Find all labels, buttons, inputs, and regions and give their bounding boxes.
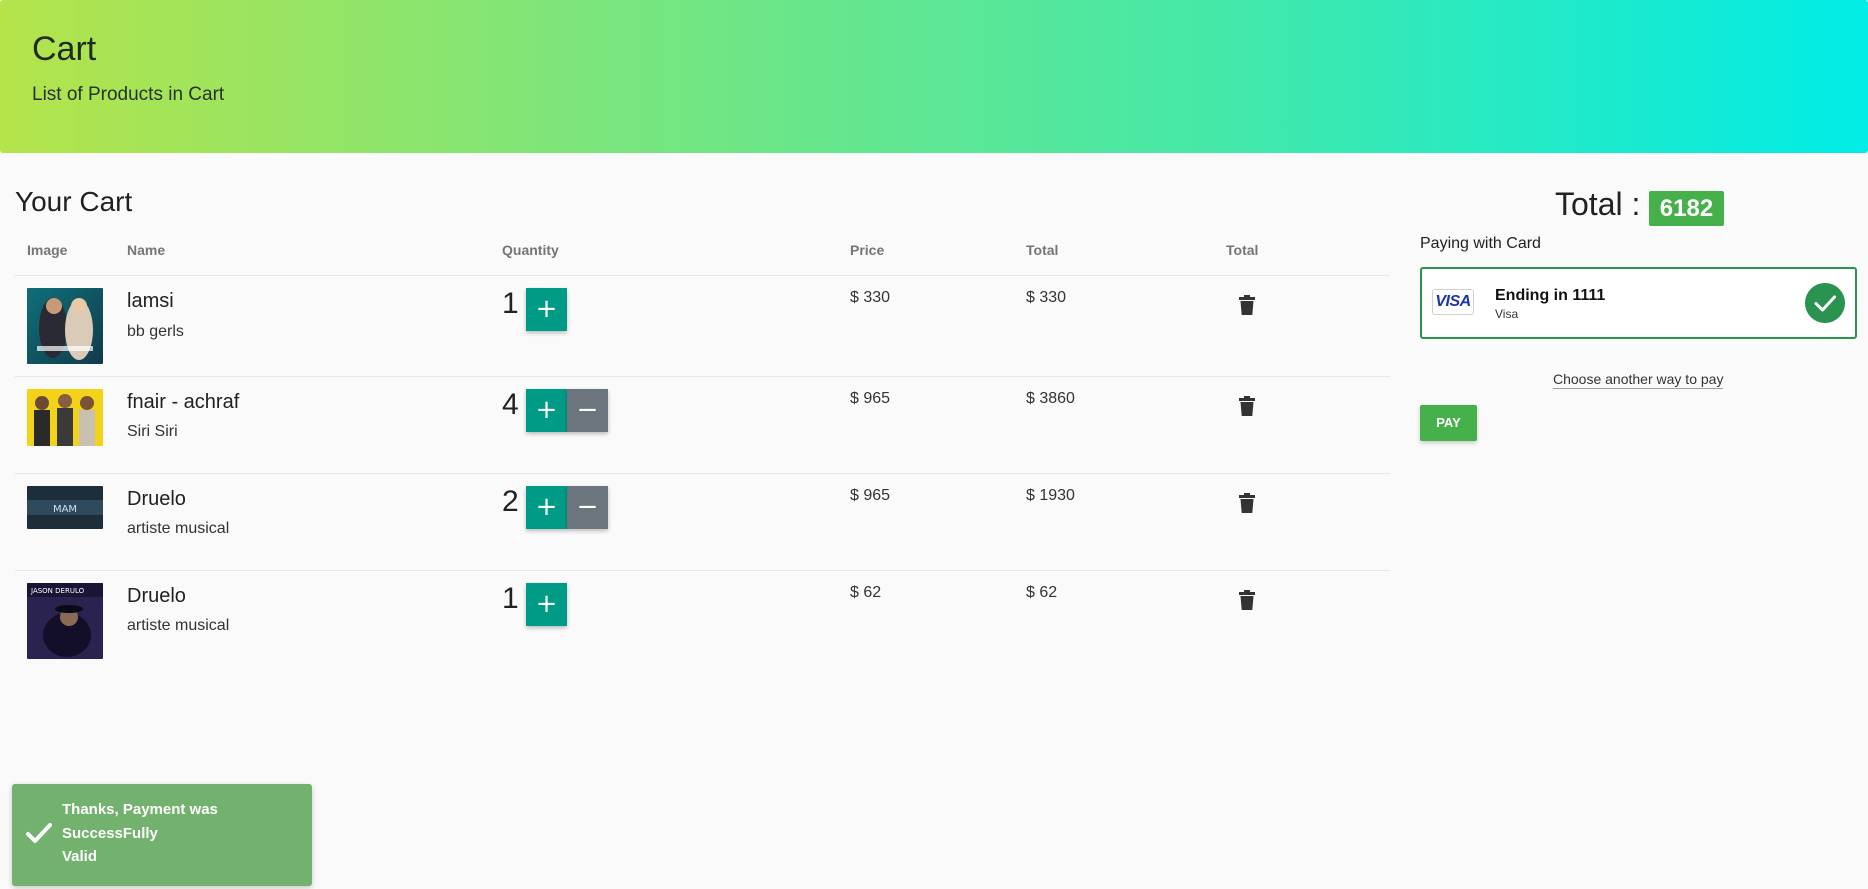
line-total: $ 1930 [1026, 487, 1075, 504]
quantity-value: 4 [502, 388, 519, 421]
success-toast: Thanks, Payment was SuccessFully Valid [12, 784, 312, 886]
column-header-actions: Total [1226, 242, 1259, 258]
decrease-quantity-button[interactable]: − [567, 486, 608, 529]
trash-icon[interactable] [1239, 396, 1255, 416]
paying-with-card-label: Paying with Card [1420, 235, 1541, 252]
column-header-quantity: Quantity [502, 242, 559, 258]
increase-quantity-button[interactable]: + [526, 583, 567, 626]
quantity-value: 2 [502, 485, 519, 518]
product-thumbnail: JASON DERULO [27, 583, 103, 659]
increase-quantity-button[interactable]: + [526, 389, 567, 432]
product-artist: Siri Siri [127, 423, 178, 440]
quantity-value: 1 [502, 582, 519, 615]
product-artist: bb gerls [127, 323, 184, 340]
trash-icon[interactable] [1239, 493, 1255, 513]
card-brand: Visa [1495, 307, 1519, 321]
product-name: lamsi [127, 290, 174, 312]
product-artist: artiste musical [127, 520, 230, 537]
increase-quantity-button[interactable]: + [526, 486, 567, 529]
page-header: Cart List of Products in Cart [0, 0, 1868, 153]
column-header-total: Total [1026, 242, 1059, 258]
increase-quantity-button[interactable]: + [526, 288, 567, 331]
table-row: JASON DERULO Druelo artiste musical 1 + … [15, 571, 1390, 667]
toast-message: Valid [62, 848, 98, 865]
page-title: Cart [32, 30, 97, 68]
table-header: Image Name Quantity Price Total Total [15, 230, 1390, 276]
table-row: MAM Druelo artiste musical 2 + − $ 965 $… [15, 474, 1390, 571]
trash-icon[interactable] [1239, 295, 1255, 315]
product-thumbnail [27, 389, 103, 446]
order-total-label: Total : [1555, 186, 1641, 222]
choose-another-payment-link[interactable]: Choose another way to pay [1553, 371, 1724, 389]
line-total: $ 62 [1026, 584, 1058, 601]
check-icon [26, 823, 52, 843]
svg-text:JASON DERULO: JASON DERULO [30, 587, 85, 595]
column-header-name: Name [127, 242, 166, 258]
product-name: Druelo [127, 488, 186, 510]
table-row: lamsi bb gerls 1 + $ 330 $ 330 [15, 276, 1390, 377]
visa-logo: VISA [1432, 289, 1474, 315]
column-header-image: Image [27, 242, 68, 258]
toast-title: Thanks, Payment was SuccessFully [62, 801, 218, 842]
page-subtitle: List of Products in Cart [32, 84, 225, 105]
cart-table: Image Name Quantity Price Total Total la… [15, 230, 1390, 667]
product-price: $ 62 [850, 584, 882, 601]
product-thumbnail [27, 288, 103, 364]
product-name: Druelo [127, 585, 186, 607]
product-thumbnail: MAM [27, 486, 103, 529]
product-price: $ 965 [850, 487, 891, 504]
product-name: fnair - achraf [127, 391, 240, 413]
quantity-value: 1 [502, 287, 519, 320]
table-row: fnair - achraf Siri Siri 4 + − $ 965 $ 3… [15, 377, 1390, 474]
order-total-badge: 6182 [1649, 191, 1724, 226]
product-price: $ 330 [850, 289, 891, 306]
svg-text:MAM: MAM [53, 504, 77, 515]
pay-button[interactable]: PAY [1420, 405, 1477, 441]
cart-title: Your Cart [15, 186, 133, 217]
decrease-quantity-button[interactable]: − [567, 389, 608, 432]
line-total: $ 330 [1026, 289, 1067, 306]
product-price: $ 965 [850, 390, 891, 407]
column-header-price: Price [850, 242, 885, 258]
check-icon [1805, 283, 1845, 323]
saved-card[interactable]: VISA Ending in 1111 Visa [1420, 267, 1857, 339]
product-artist: artiste musical [127, 617, 230, 634]
trash-icon[interactable] [1239, 590, 1255, 610]
line-total: $ 3860 [1026, 390, 1075, 407]
card-ending: Ending in 1111 [1495, 287, 1606, 304]
